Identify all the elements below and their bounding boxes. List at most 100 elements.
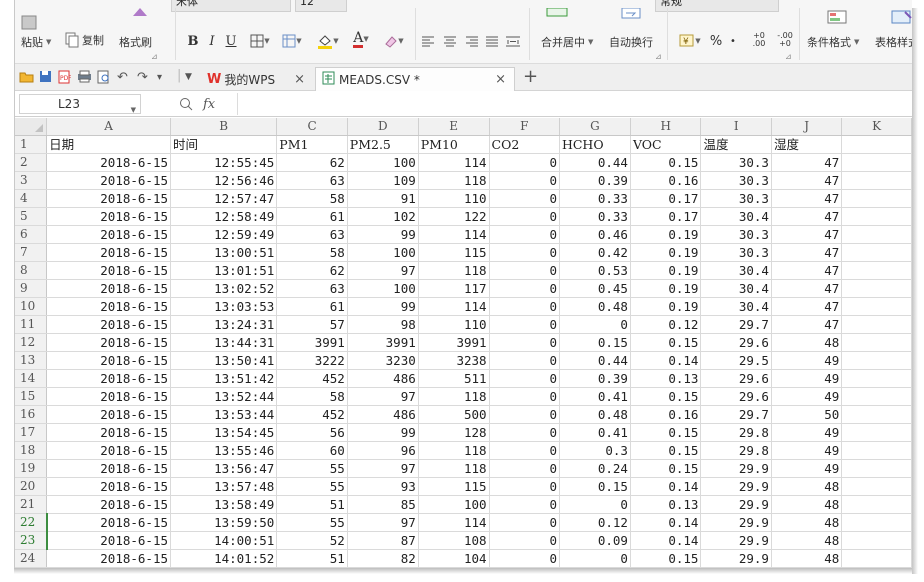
cell[interactable]: 97 — [347, 459, 419, 478]
row-header[interactable]: 6 — [15, 225, 48, 244]
cell[interactable]: 温度 — [700, 135, 772, 154]
cell[interactable]: 122 — [418, 207, 490, 226]
cell[interactable] — [841, 189, 912, 208]
cell[interactable]: 0 — [489, 297, 560, 316]
conditional-format-button[interactable]: 条件格式 ▼ — [807, 34, 859, 50]
cell[interactable]: 0.16 — [630, 171, 702, 190]
cell[interactable]: 0 — [489, 243, 560, 262]
cell[interactable]: 47 — [771, 207, 843, 226]
cell[interactable] — [841, 531, 912, 550]
cell[interactable]: 0.19 — [630, 279, 702, 298]
cell[interactable]: 2018-6-15 — [46, 405, 172, 424]
cell[interactable]: 0 — [489, 423, 560, 442]
cell[interactable]: 99 — [347, 423, 419, 442]
cell[interactable] — [841, 315, 912, 334]
row-header[interactable]: 8 — [15, 261, 48, 280]
cell[interactable]: 47 — [771, 261, 843, 280]
distributed-button[interactable] — [503, 31, 523, 51]
row-header[interactable]: 22 — [15, 513, 48, 532]
cell[interactable]: VOC — [630, 135, 702, 154]
cell[interactable]: 0.3 — [559, 441, 631, 460]
cell[interactable]: 2018-6-15 — [46, 531, 172, 550]
cell[interactable]: PM10 — [418, 135, 490, 154]
cell[interactable]: 0 — [489, 171, 560, 190]
cell[interactable]: 118 — [418, 171, 490, 190]
new-tab-button[interactable]: + — [523, 66, 538, 87]
cell[interactable]: 57 — [276, 315, 348, 334]
cell[interactable]: 48 — [771, 477, 843, 496]
cell[interactable]: 114 — [418, 225, 490, 244]
redo-icon[interactable]: ↷ — [137, 70, 148, 85]
cell[interactable]: 97 — [347, 387, 419, 406]
column-header[interactable]: K — [841, 118, 912, 136]
cell[interactable]: 0.39 — [559, 171, 631, 190]
close-icon[interactable]: × — [495, 72, 506, 87]
cell[interactable]: 93 — [347, 477, 419, 496]
cell[interactable]: 47 — [771, 153, 843, 172]
cell[interactable]: 13:24:31 — [170, 315, 278, 334]
align-center-button[interactable] — [441, 31, 459, 51]
cell[interactable]: 0.44 — [559, 351, 631, 370]
row-header[interactable]: 4 — [15, 189, 48, 208]
row-header[interactable]: 12 — [15, 333, 48, 352]
cell[interactable]: 湿度 — [771, 135, 843, 154]
cell[interactable]: 29.6 — [700, 333, 772, 352]
fill-color-button[interactable]: ▼ — [313, 31, 343, 51]
cell[interactable]: 29.9 — [700, 495, 772, 514]
cell[interactable]: 13:59:50 — [170, 513, 278, 532]
row-header[interactable]: 9 — [15, 279, 48, 298]
cell[interactable]: 12:56:46 — [170, 171, 278, 190]
cell[interactable]: 51 — [276, 549, 348, 568]
cell[interactable]: 47 — [771, 279, 843, 298]
cell[interactable]: 55 — [276, 459, 348, 478]
number-launcher-icon[interactable]: ⊿ — [785, 52, 792, 61]
save-icon[interactable] — [39, 70, 52, 87]
cell[interactable]: 2018-6-15 — [46, 225, 172, 244]
wrap-text-button[interactable]: 自动换行 — [609, 34, 653, 50]
cell[interactable]: 85 — [347, 495, 419, 514]
cell[interactable]: 91 — [347, 189, 419, 208]
cell[interactable]: 110 — [418, 189, 490, 208]
cell[interactable]: 13:50:41 — [170, 351, 278, 370]
cell[interactable]: 2018-6-15 — [46, 189, 172, 208]
cell[interactable]: 2018-6-15 — [46, 549, 172, 568]
cell[interactable]: 452 — [276, 369, 348, 388]
cell[interactable]: 0 — [489, 513, 560, 532]
cell[interactable]: 30.3 — [700, 189, 772, 208]
cell[interactable]: 0.41 — [559, 387, 631, 406]
cell[interactable]: 49 — [771, 369, 843, 388]
underline-button[interactable]: U — [223, 31, 239, 51]
cell[interactable]: 0.15 — [559, 477, 631, 496]
cell[interactable]: 110 — [418, 315, 490, 334]
cell[interactable]: 0 — [489, 495, 560, 514]
cell[interactable]: CO2 — [489, 135, 560, 154]
row-header[interactable]: 3 — [15, 171, 48, 190]
row-header[interactable]: 16 — [15, 405, 48, 424]
cell[interactable] — [841, 513, 912, 532]
select-all-corner[interactable] — [15, 118, 48, 136]
cell[interactable] — [841, 423, 912, 442]
cell[interactable]: 0 — [489, 459, 560, 478]
cell[interactable]: 13:58:49 — [170, 495, 278, 514]
cell[interactable]: 30.4 — [700, 279, 772, 298]
cell[interactable]: 30.4 — [700, 261, 772, 280]
cell[interactable]: 100 — [347, 279, 419, 298]
column-header[interactable]: J — [771, 118, 843, 136]
cell[interactable]: 49 — [771, 387, 843, 406]
close-icon[interactable]: × — [294, 72, 305, 87]
cell[interactable]: 115 — [418, 243, 490, 262]
cell[interactable]: 2018-6-15 — [46, 279, 172, 298]
wrap-text-icon[interactable] — [621, 8, 643, 20]
cell[interactable]: 0.15 — [630, 333, 702, 352]
cell[interactable] — [841, 207, 912, 226]
cell[interactable] — [841, 387, 912, 406]
cell[interactable]: 0 — [489, 315, 560, 334]
cell[interactable]: 0.48 — [559, 297, 631, 316]
cell[interactable] — [841, 171, 912, 190]
cell[interactable]: 3230 — [347, 351, 419, 370]
cell[interactable] — [841, 495, 912, 514]
cell[interactable]: 13:00:51 — [170, 243, 278, 262]
cell[interactable]: 117 — [418, 279, 490, 298]
cell[interactable]: 58 — [276, 387, 348, 406]
cell[interactable]: 29.9 — [700, 549, 772, 568]
